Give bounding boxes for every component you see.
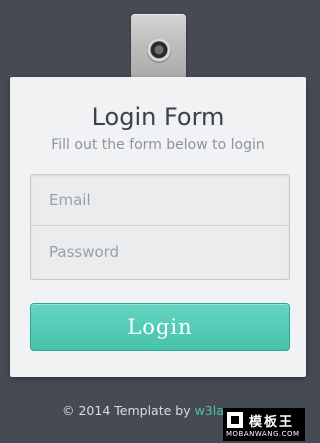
- login-button[interactable]: Login: [30, 303, 290, 351]
- form-subtitle: Fill out the form below to login: [51, 137, 265, 153]
- watermark: 模板王 MOBANWANG.COM: [223, 408, 305, 441]
- clip-icon: [147, 39, 171, 63]
- password-field[interactable]: Password: [31, 227, 289, 278]
- watermark-logo-icon: [227, 412, 243, 428]
- footer-text: © 2014 Template by: [62, 403, 195, 418]
- footer-link[interactable]: w3la: [195, 403, 224, 418]
- footer-credit: © 2014 Template by w3la: [62, 403, 224, 418]
- email-field[interactable]: Email: [31, 175, 289, 226]
- credentials-group: Email Password: [30, 174, 290, 280]
- watermark-en: MOBANWANG.COM: [226, 430, 300, 438]
- form-title: Login Form: [91, 103, 225, 131]
- clipboard-clip: [131, 14, 186, 82]
- login-card: Login Form Fill out the form below to lo…: [10, 77, 306, 377]
- watermark-cn: 模板王: [249, 415, 295, 430]
